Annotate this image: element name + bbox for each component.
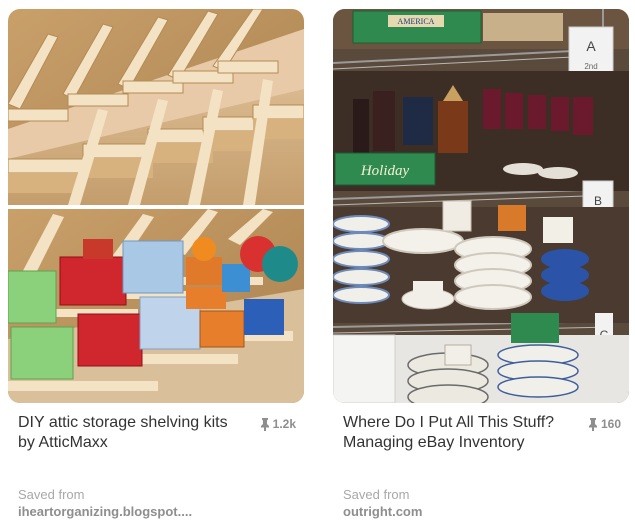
pin-meta: Where Do I Put All This Stuff? Managing …	[333, 411, 629, 519]
pin-title[interactable]: Where Do I Put All This Stuff? Managing …	[343, 413, 563, 453]
repin-count-value: 160	[600, 417, 621, 431]
pin-card[interactable]: DIY attic storage shelving kits by Attic…	[8, 9, 304, 519]
pin-meta: DIY attic storage shelving kits by Attic…	[8, 411, 304, 519]
pin-card[interactable]: AMERICA A 2nd Holiday B Where Do I Put A…	[333, 9, 629, 519]
box-label-text: AMERICA	[398, 17, 435, 26]
repin-count: 1.2k	[260, 417, 296, 431]
pin-title[interactable]: DIY attic storage shelving kits by Attic…	[18, 413, 238, 453]
pin-image-attic-shelving[interactable]	[8, 9, 304, 403]
sign-a-text: A	[586, 38, 596, 54]
source-link[interactable]: iheartorganizing.blogspot....	[18, 504, 192, 520]
sign-a-sub-text: 2nd	[584, 62, 597, 71]
holiday-label-text: Holiday	[360, 163, 410, 179]
source-link[interactable]: outright.com	[343, 504, 422, 520]
sign-b-text: B	[594, 194, 602, 208]
repin-count: 160	[588, 417, 621, 431]
saved-from-label: Saved from	[18, 487, 85, 502]
pin-image-inventory-shelves[interactable]: AMERICA A 2nd Holiday B	[333, 9, 629, 403]
repin-count-value: 1.2k	[272, 417, 296, 431]
saved-from-label: Saved from	[343, 487, 410, 502]
pushpin-icon	[588, 417, 598, 431]
pushpin-icon	[260, 417, 270, 431]
